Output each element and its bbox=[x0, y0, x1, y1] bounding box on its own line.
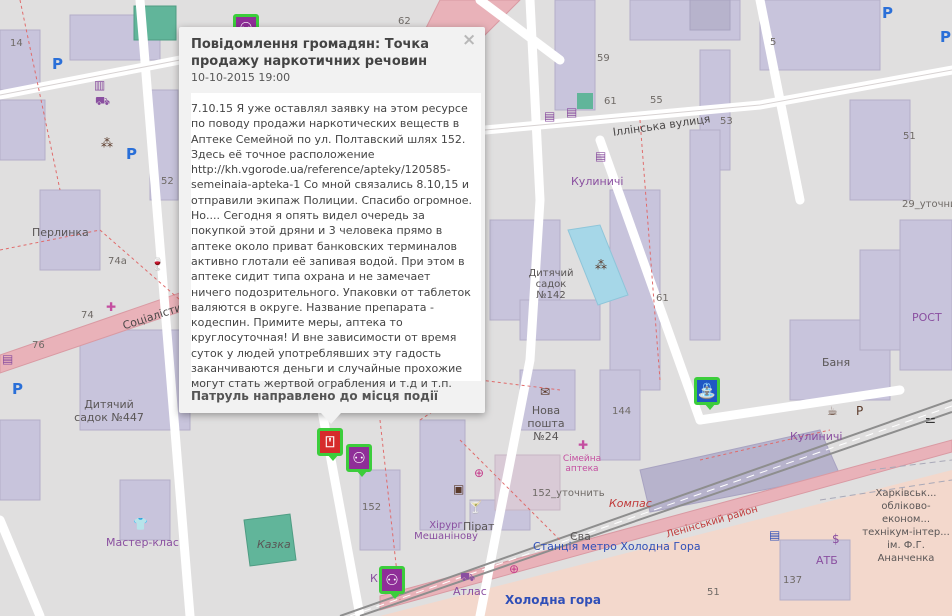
house-number: 76 bbox=[32, 340, 45, 351]
parking-letter-icon: P bbox=[856, 404, 864, 418]
label-kulynychi-2: Кулиничі bbox=[790, 430, 843, 443]
clothes-icon: 👕 bbox=[133, 517, 148, 531]
parking-icon: P bbox=[940, 28, 951, 46]
shop-icon: ▥ bbox=[94, 78, 106, 92]
house-number: 55 bbox=[650, 95, 663, 106]
label-master-klas: Мастер-клас bbox=[106, 536, 179, 549]
popup-body[interactable]: 7.10.15 Я уже оставлял заявку на этом ре… bbox=[191, 93, 481, 390]
parking-icon: P bbox=[126, 145, 137, 163]
parking-icon: P bbox=[882, 4, 893, 22]
newsstand-icon: ▤ bbox=[2, 352, 14, 366]
playground-icon: ⁂ bbox=[595, 258, 607, 272]
playground-icon: ⁂ bbox=[101, 136, 113, 150]
house-number: 144 bbox=[612, 406, 632, 417]
newsstand-icon: ▤ bbox=[544, 109, 556, 123]
people-icon: ⚇ bbox=[352, 449, 366, 467]
people-icon: ⚇ bbox=[385, 571, 399, 589]
label-sadok-142: Дитячий садок №142 bbox=[528, 268, 574, 301]
report-popup: Повідомлення громадян: Точка продажу нар… bbox=[179, 27, 485, 424]
newsstand-icon: ▤ bbox=[595, 149, 607, 163]
pharmacy-icon: ✚ bbox=[106, 300, 117, 314]
hospital-icon: ⊕ bbox=[509, 562, 520, 576]
bus-stop-icon: ▤ bbox=[769, 528, 781, 542]
people-marker[interactable]: ⚇ bbox=[379, 566, 405, 599]
house-number: 137 bbox=[783, 575, 803, 586]
pharmacy-icon: ✚ bbox=[578, 438, 589, 452]
house-number: 74а bbox=[108, 256, 127, 267]
label-metro: Станція метро Холодна Гора bbox=[533, 540, 701, 553]
cart-icon: ⛟ bbox=[460, 570, 476, 584]
report-icon: ⍞ bbox=[325, 433, 335, 451]
label-pirat: Пірат bbox=[463, 520, 495, 533]
cinema-icon: ▣ bbox=[453, 482, 465, 496]
popup-tail bbox=[321, 413, 341, 424]
house-number: 74 bbox=[81, 310, 94, 321]
money-icon: $ bbox=[832, 532, 840, 546]
cart-icon: ⛟ bbox=[95, 94, 111, 108]
fountain-icon: ⛲ bbox=[697, 382, 717, 400]
popup-date: 10-10-2015 19:00 bbox=[191, 71, 291, 84]
label-kholodna-hora: Холодна гора bbox=[505, 593, 601, 607]
label-nova-poshta: Нова пошта №24 bbox=[527, 404, 565, 443]
post-icon: ✉ bbox=[540, 385, 551, 399]
popup-status: Патруль направлено до місця події bbox=[191, 389, 439, 403]
house-number: 53 bbox=[720, 116, 733, 127]
fountain-marker[interactable]: ⛲ bbox=[694, 377, 720, 410]
label-semeina-apteka: Сімейна аптека bbox=[562, 454, 602, 474]
house-number: 51 bbox=[707, 587, 720, 598]
label-kazka: Казка bbox=[257, 538, 291, 551]
report-marker[interactable]: ⍞ bbox=[317, 428, 343, 461]
house-number: 61 bbox=[604, 96, 617, 107]
label-kulynychi-1: Кулиничі bbox=[571, 175, 624, 188]
popup-title: Повідомлення громадян: Точка продажу нар… bbox=[191, 37, 430, 69]
parking-icon: P bbox=[12, 380, 23, 398]
label-atb: АТБ bbox=[816, 554, 838, 567]
house-number: 59 bbox=[597, 53, 610, 64]
wine-icon: 🍷 bbox=[150, 257, 165, 271]
popup-close-button[interactable]: × bbox=[462, 30, 476, 50]
house-number: 152 bbox=[362, 502, 382, 513]
house-number: 61 bbox=[656, 293, 669, 304]
house-number: 5 bbox=[770, 37, 777, 48]
label-banya: Баня bbox=[822, 356, 851, 369]
label-perlynka: Перлинка bbox=[32, 226, 89, 239]
traffic-light-icon: ⚍ bbox=[925, 412, 936, 426]
label-kompas: Компас bbox=[609, 497, 652, 510]
label-29-utochnyt: 29_уточнить bbox=[902, 199, 952, 210]
label-rost: РОСТ bbox=[912, 311, 942, 324]
bar-icon: 🍸 bbox=[468, 500, 483, 514]
label-kharkiv-college: Харківськ... обліково-економ... технікум… bbox=[862, 488, 950, 564]
shop-icon: ▤ bbox=[566, 105, 578, 119]
hospital-icon: ⊕ bbox=[474, 466, 485, 480]
label-sadok-447: Дитячий садок №447 bbox=[74, 398, 144, 424]
house-number: 62 bbox=[398, 16, 411, 27]
popup-text: 7.10.15 Я уже оставлял заявку на этом ре… bbox=[191, 102, 473, 391]
parking-icon: P bbox=[52, 55, 63, 73]
cafe-icon: ☕ bbox=[827, 404, 838, 418]
label-152-utochnyt: 152_уточнить bbox=[532, 488, 605, 499]
label-atlas: Атлас bbox=[453, 585, 487, 598]
house-number: 51 bbox=[903, 131, 916, 142]
people-marker[interactable]: ⚇ bbox=[346, 444, 372, 477]
house-number: 52 bbox=[161, 176, 174, 187]
house-number: 14 bbox=[10, 38, 23, 49]
